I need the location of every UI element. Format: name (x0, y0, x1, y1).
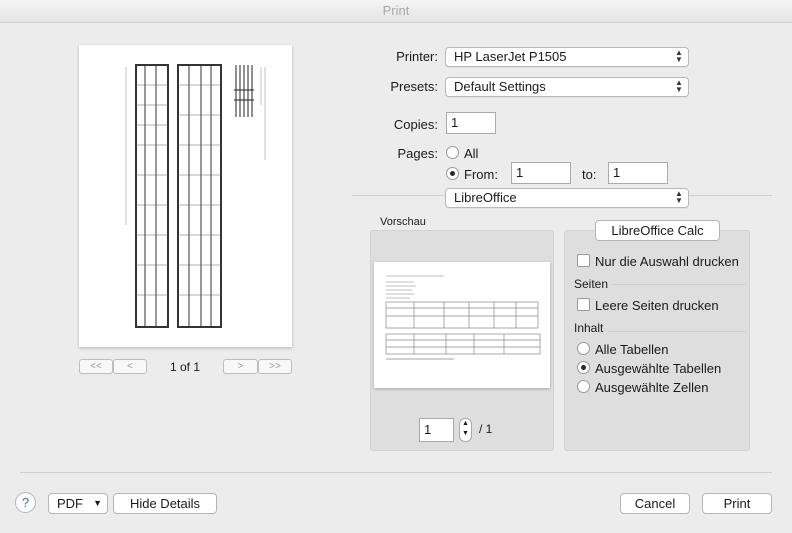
mini-spreadsheet-preview (385, 275, 541, 360)
stepper-arrows-icon: ▲ ▼ (462, 420, 469, 437)
cancel-button[interactable]: Cancel (620, 493, 690, 514)
prev-page-button[interactable]: < (113, 359, 147, 374)
pdf-label: PDF (57, 496, 83, 511)
printer-select[interactable]: HP LaserJet P1505 ▲ ▼ (445, 47, 689, 67)
pages-all-label: All (464, 146, 479, 161)
vorschau-page-stepper[interactable]: ▲ ▼ (459, 418, 472, 442)
pages-label: Pages: (397, 146, 438, 161)
empty-pages-checkbox[interactable] (577, 298, 590, 311)
seiten-divider (612, 284, 746, 285)
next-page-button[interactable]: > (223, 359, 258, 374)
alle-tabellen-radio[interactable] (577, 342, 590, 355)
chevron-updown-icon: ▲ ▼ (675, 78, 683, 94)
last-page-button[interactable]: >> (258, 359, 292, 374)
pages-all-radio[interactable] (446, 146, 459, 159)
ausgewaehlte-zellen-radio[interactable] (577, 380, 590, 393)
ausgewaehlte-tabellen-radio[interactable] (577, 361, 590, 374)
copies-field[interactable]: 1 (446, 112, 496, 134)
calc-tab[interactable]: LibreOffice Calc (595, 220, 720, 241)
print-section-value: LibreOffice (454, 190, 517, 205)
first-page-button[interactable]: << (79, 359, 113, 374)
alle-tabellen-label: Alle Tabellen (595, 342, 669, 357)
print-button[interactable]: Print (702, 493, 772, 514)
pages-to-label: to: (582, 167, 597, 182)
chevron-down-icon: ▼ (93, 498, 102, 508)
presets-label: Presets: (390, 79, 438, 94)
selection-only-label: Nur die Auswahl drucken (595, 254, 739, 269)
window-title: Print (0, 0, 792, 23)
pages-from-radio[interactable] (446, 167, 459, 180)
presets-select[interactable]: Default Settings ▲ ▼ (445, 77, 689, 97)
printer-value: HP LaserJet P1505 (454, 49, 567, 64)
seiten-heading: Seiten (574, 277, 609, 291)
chevron-updown-icon: ▲ ▼ (675, 189, 683, 205)
footer-divider (20, 472, 772, 473)
rotated-spreadsheet-preview (125, 64, 266, 328)
empty-pages-label: Leere Seiten drucken (595, 298, 719, 313)
presets-value: Default Settings (454, 79, 546, 94)
copies-label: Copies: (393, 117, 438, 132)
ausgewaehlte-zellen-label: Ausgewählte Zellen (595, 380, 709, 395)
vorschau-page-total: / 1 (479, 422, 493, 436)
page-info: 1 of 1 (169, 360, 201, 374)
help-icon: ? (21, 495, 30, 510)
pages-from-label: From: (464, 167, 498, 182)
vorschau-thumbnail (374, 262, 550, 388)
pages-to-field[interactable]: 1 (608, 162, 668, 184)
chevron-updown-icon: ▲ ▼ (675, 48, 683, 64)
help-button[interactable]: ? (15, 492, 36, 513)
hide-details-button[interactable]: Hide Details (113, 493, 217, 514)
print-preview-page (79, 45, 292, 347)
inhalt-divider (608, 331, 746, 332)
pages-from-field[interactable]: 1 (511, 162, 571, 184)
vorschau-label: Vorschau (380, 216, 426, 228)
ausgewaehlte-tabellen-label: Ausgewählte Tabellen (595, 361, 722, 376)
printer-label: Printer: (396, 49, 438, 64)
inhalt-heading: Inhalt (574, 321, 604, 335)
print-section-select[interactable]: LibreOffice ▲ ▼ (445, 188, 689, 208)
selection-only-checkbox[interactable] (577, 254, 590, 267)
vorschau-page-field[interactable]: 1 (419, 418, 454, 442)
pdf-menu-button[interactable]: PDF ▼ (48, 493, 108, 514)
